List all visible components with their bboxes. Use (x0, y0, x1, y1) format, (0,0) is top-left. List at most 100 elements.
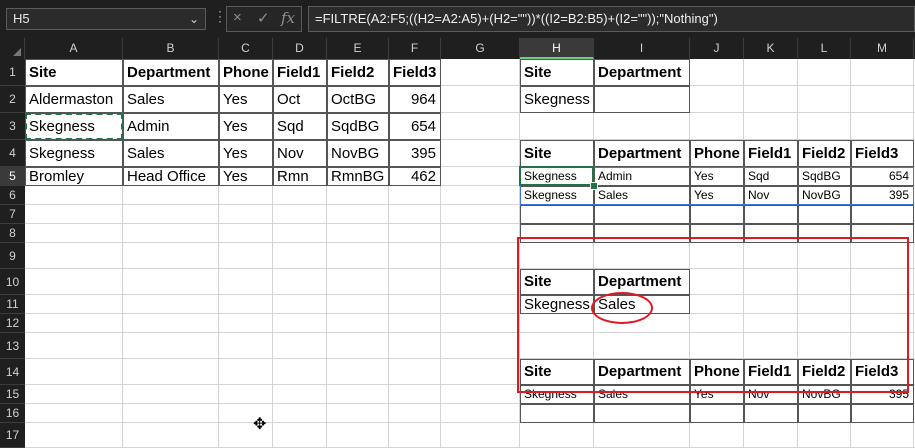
source-table-cell[interactable]: Yes (219, 113, 273, 140)
row-header-13[interactable]: 13 (0, 333, 25, 359)
selected-cell-h5[interactable] (519, 166, 594, 186)
column-header-h[interactable]: H (520, 38, 594, 59)
column-header-m[interactable]: M (851, 38, 914, 59)
row-header-9[interactable]: 9 (0, 243, 25, 269)
row-header-6[interactable]: 6 (0, 186, 25, 205)
source-header-cell[interactable]: Department (123, 59, 219, 86)
source-table-cell[interactable]: Nov (273, 140, 327, 167)
source-table-cell[interactable]: Aldermaston (25, 86, 123, 113)
criteria-value-cell[interactable]: Skegness (520, 86, 594, 113)
source-table-cell[interactable]: 964 (389, 86, 441, 113)
result-empty-cell[interactable] (690, 205, 744, 224)
column-header-a[interactable]: A (25, 38, 123, 59)
select-all-icon (13, 48, 21, 56)
source-table-cell[interactable]: Bromley (25, 167, 123, 186)
result-empty-cell[interactable] (744, 404, 798, 423)
criteria-header-cell[interactable]: Site (520, 59, 594, 86)
row-header-15[interactable]: 15 (0, 385, 25, 404)
source-header-cell[interactable]: Site (25, 59, 123, 86)
source-table-cell[interactable]: Head Office (123, 167, 219, 186)
row-header-16[interactable]: 16 (0, 404, 25, 423)
name-box[interactable]: H5 ⌄ (6, 8, 206, 30)
result-empty-cell[interactable] (690, 404, 744, 423)
select-all-button[interactable] (0, 38, 25, 59)
highlight-circle (591, 292, 653, 324)
row-header-1[interactable]: 1 (0, 59, 25, 86)
result-empty-cell[interactable] (520, 404, 594, 423)
result-header-cell[interactable]: Department (594, 140, 690, 167)
row-headers: 1 2 3 4 5 6 7 8 9 10 11 12 13 14 15 16 17 (0, 59, 25, 448)
source-table-cell[interactable]: Sales (123, 140, 219, 167)
column-header-b[interactable]: B (123, 38, 219, 59)
source-table-cell[interactable]: 462 (389, 167, 441, 186)
column-header-c[interactable]: C (219, 38, 273, 59)
source-table-cell[interactable]: Yes (219, 167, 273, 186)
cursor-icon: ✥ (253, 416, 267, 433)
source-header-cell[interactable]: Field1 (273, 59, 327, 86)
copy-marquee (25, 113, 123, 140)
cell-area[interactable]: Site Department Phone Field1 Field2 Field3 Ald… (25, 59, 915, 448)
result-empty-cell[interactable] (594, 404, 690, 423)
source-header-cell[interactable]: Field2 (327, 59, 389, 86)
result-empty-cell[interactable] (851, 205, 914, 224)
result-header-cell[interactable]: Site (520, 140, 594, 167)
row-header-14[interactable]: 14 (0, 359, 25, 385)
source-table-cell[interactable]: OctBG (327, 86, 389, 113)
more-options-icon[interactable]: ⋮ (213, 8, 227, 25)
source-table-cell[interactable]: NovBG (327, 140, 389, 167)
chevron-down-icon[interactable]: ⌄ (189, 9, 199, 29)
result-empty-cell[interactable] (744, 205, 798, 224)
row-header-3[interactable]: 3 (0, 113, 25, 140)
row-header-8[interactable]: 8 (0, 224, 25, 243)
column-header-k[interactable]: K (744, 38, 798, 59)
result-header-cell[interactable]: Field3 (851, 140, 914, 167)
result-header-cell[interactable]: Phone (690, 140, 744, 167)
source-table-cell[interactable]: Yes (219, 86, 273, 113)
fx-icon[interactable]: fx (281, 9, 295, 27)
result-empty-cell[interactable] (798, 205, 851, 224)
row-header-5[interactable]: 5 (0, 167, 25, 186)
cancel-icon[interactable]: × (233, 9, 242, 26)
fill-handle[interactable] (590, 182, 598, 190)
source-table-cell[interactable]: Admin (123, 113, 219, 140)
column-header-l[interactable]: L (798, 38, 851, 59)
column-header-d[interactable]: D (273, 38, 327, 59)
row-header-12[interactable]: 12 (0, 314, 25, 333)
column-header-f[interactable]: F (389, 38, 441, 59)
source-table-cell[interactable]: Oct (273, 86, 327, 113)
source-table-cell[interactable]: RmnBG (327, 167, 389, 186)
result-empty-cell[interactable] (851, 404, 914, 423)
source-table-cell[interactable]: 395 (389, 140, 441, 167)
enter-icon[interactable]: ✓ (257, 9, 270, 27)
row-header-7[interactable]: 7 (0, 205, 25, 224)
source-table-cell[interactable]: Rmn (273, 167, 327, 186)
row-header-11[interactable]: 11 (0, 295, 25, 314)
spreadsheet-grid: ABCDEFGHIJKLM 1 2 3 4 5 6 7 8 9 10 11 12 13 14 15 16 17 … (0, 38, 915, 448)
formula-input[interactable]: =FILTRE(A2:F5;((H2=A2:A5)+(H2=""))*((I2=… (308, 6, 915, 32)
result-empty-cell[interactable] (520, 205, 594, 224)
column-header-e[interactable]: E (327, 38, 389, 59)
result-header-cell[interactable]: Field1 (744, 140, 798, 167)
criteria-value-cell[interactable] (594, 86, 690, 113)
source-table-cell[interactable]: SqdBG (327, 113, 389, 140)
column-header-i[interactable]: I (594, 38, 690, 59)
column-header-g[interactable]: G (441, 38, 520, 59)
source-table-cell[interactable]: 654 (389, 113, 441, 140)
result-empty-cell[interactable] (594, 205, 690, 224)
row-header-2[interactable]: 2 (0, 86, 25, 113)
column-headers: ABCDEFGHIJKLM (0, 38, 915, 59)
row-header-17[interactable]: 17 (0, 423, 25, 448)
source-header-cell[interactable]: Phone (219, 59, 273, 86)
column-header-j[interactable]: J (690, 38, 744, 59)
row-header-4[interactable]: 4 (0, 140, 25, 167)
result-empty-cell[interactable] (798, 404, 851, 423)
row-header-10[interactable]: 10 (0, 269, 25, 295)
source-header-cell[interactable]: Field3 (389, 59, 441, 86)
source-table-cell[interactable]: Sales (123, 86, 219, 113)
source-table-cell[interactable]: Yes (219, 140, 273, 167)
source-table-cell[interactable]: Sqd (273, 113, 327, 140)
criteria-header-cell[interactable]: Department (594, 59, 690, 86)
formula-buttons: × ✓ fx (226, 6, 302, 32)
result-header-cell[interactable]: Field2 (798, 140, 851, 167)
source-table-cell[interactable]: Skegness (25, 140, 123, 167)
